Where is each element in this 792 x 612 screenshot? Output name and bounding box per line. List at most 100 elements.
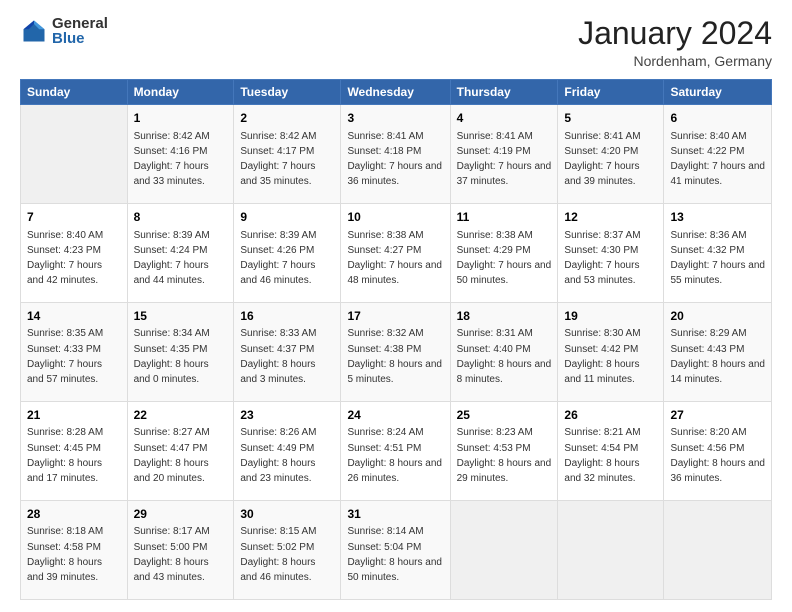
day-number: 21 [27, 407, 121, 424]
day-number: 6 [670, 110, 765, 127]
day-number: 19 [564, 308, 657, 325]
day-info: Sunrise: 8:18 AMSunset: 4:58 PMDaylight:… [27, 526, 103, 583]
day-cell: 1 Sunrise: 8:42 AMSunset: 4:16 PMDayligh… [127, 105, 234, 204]
day-info: Sunrise: 8:27 AMSunset: 4:47 PMDaylight:… [134, 427, 210, 484]
day-info: Sunrise: 8:14 AMSunset: 5:04 PMDaylight:… [347, 526, 442, 583]
calendar-body: 1 Sunrise: 8:42 AMSunset: 4:16 PMDayligh… [21, 105, 772, 600]
day-number: 18 [457, 308, 552, 325]
day-info: Sunrise: 8:39 AMSunset: 4:24 PMDaylight:… [134, 230, 210, 287]
day-number: 20 [670, 308, 765, 325]
day-cell: 18 Sunrise: 8:31 AMSunset: 4:40 PMDaylig… [450, 303, 558, 402]
day-cell [450, 501, 558, 600]
header: General Blue January 2024 Nordenham, Ger… [20, 16, 772, 69]
day-info: Sunrise: 8:23 AMSunset: 4:53 PMDaylight:… [457, 427, 552, 484]
day-cell: 9 Sunrise: 8:39 AMSunset: 4:26 PMDayligh… [234, 204, 341, 303]
header-cell-sunday: Sunday [21, 80, 128, 105]
logo: General Blue [20, 16, 108, 46]
day-cell: 26 Sunrise: 8:21 AMSunset: 4:54 PMDaylig… [558, 402, 664, 501]
day-number: 16 [240, 308, 334, 325]
day-info: Sunrise: 8:42 AMSunset: 4:17 PMDaylight:… [240, 131, 316, 188]
day-info: Sunrise: 8:30 AMSunset: 4:42 PMDaylight:… [564, 328, 640, 385]
day-number: 11 [457, 209, 552, 226]
header-cell-tuesday: Tuesday [234, 80, 341, 105]
day-info: Sunrise: 8:39 AMSunset: 4:26 PMDaylight:… [240, 230, 316, 287]
day-cell: 15 Sunrise: 8:34 AMSunset: 4:35 PMDaylig… [127, 303, 234, 402]
day-info: Sunrise: 8:29 AMSunset: 4:43 PMDaylight:… [670, 328, 765, 385]
week-row-5: 28 Sunrise: 8:18 AMSunset: 4:58 PMDaylig… [21, 501, 772, 600]
week-row-4: 21 Sunrise: 8:28 AMSunset: 4:45 PMDaylig… [21, 402, 772, 501]
day-number: 26 [564, 407, 657, 424]
day-number: 4 [457, 110, 552, 127]
day-cell: 2 Sunrise: 8:42 AMSunset: 4:17 PMDayligh… [234, 105, 341, 204]
day-cell: 6 Sunrise: 8:40 AMSunset: 4:22 PMDayligh… [664, 105, 772, 204]
day-info: Sunrise: 8:33 AMSunset: 4:37 PMDaylight:… [240, 328, 316, 385]
day-info: Sunrise: 8:38 AMSunset: 4:27 PMDaylight:… [347, 230, 442, 287]
day-cell: 5 Sunrise: 8:41 AMSunset: 4:20 PMDayligh… [558, 105, 664, 204]
day-cell: 4 Sunrise: 8:41 AMSunset: 4:19 PMDayligh… [450, 105, 558, 204]
day-info: Sunrise: 8:41 AMSunset: 4:20 PMDaylight:… [564, 131, 640, 188]
day-number: 7 [27, 209, 121, 226]
logo-icon [20, 17, 48, 45]
page: General Blue January 2024 Nordenham, Ger… [0, 0, 792, 612]
day-number: 13 [670, 209, 765, 226]
day-number: 17 [347, 308, 443, 325]
day-cell: 3 Sunrise: 8:41 AMSunset: 4:18 PMDayligh… [341, 105, 450, 204]
day-cell: 22 Sunrise: 8:27 AMSunset: 4:47 PMDaylig… [127, 402, 234, 501]
title-area: January 2024 Nordenham, Germany [578, 16, 772, 69]
day-cell: 20 Sunrise: 8:29 AMSunset: 4:43 PMDaylig… [664, 303, 772, 402]
logo-text: General Blue [52, 16, 108, 46]
day-cell: 21 Sunrise: 8:28 AMSunset: 4:45 PMDaylig… [21, 402, 128, 501]
day-cell [558, 501, 664, 600]
header-cell-friday: Friday [558, 80, 664, 105]
header-row: SundayMondayTuesdayWednesdayThursdayFrid… [21, 80, 772, 105]
day-info: Sunrise: 8:21 AMSunset: 4:54 PMDaylight:… [564, 427, 640, 484]
day-info: Sunrise: 8:42 AMSunset: 4:16 PMDaylight:… [134, 131, 210, 188]
calendar-table: SundayMondayTuesdayWednesdayThursdayFrid… [20, 79, 772, 600]
day-cell: 19 Sunrise: 8:30 AMSunset: 4:42 PMDaylig… [558, 303, 664, 402]
day-number: 9 [240, 209, 334, 226]
day-info: Sunrise: 8:32 AMSunset: 4:38 PMDaylight:… [347, 328, 442, 385]
day-number: 31 [347, 506, 443, 523]
day-number: 5 [564, 110, 657, 127]
day-cell: 7 Sunrise: 8:40 AMSunset: 4:23 PMDayligh… [21, 204, 128, 303]
day-cell: 13 Sunrise: 8:36 AMSunset: 4:32 PMDaylig… [664, 204, 772, 303]
day-info: Sunrise: 8:41 AMSunset: 4:19 PMDaylight:… [457, 131, 552, 188]
day-info: Sunrise: 8:35 AMSunset: 4:33 PMDaylight:… [27, 328, 103, 385]
day-cell: 31 Sunrise: 8:14 AMSunset: 5:04 PMDaylig… [341, 501, 450, 600]
day-info: Sunrise: 8:20 AMSunset: 4:56 PMDaylight:… [670, 427, 765, 484]
day-number: 8 [134, 209, 228, 226]
day-number: 28 [27, 506, 121, 523]
month-title: January 2024 [578, 16, 772, 51]
day-cell: 17 Sunrise: 8:32 AMSunset: 4:38 PMDaylig… [341, 303, 450, 402]
logo-blue: Blue [52, 31, 108, 46]
day-number: 2 [240, 110, 334, 127]
day-cell: 11 Sunrise: 8:38 AMSunset: 4:29 PMDaylig… [450, 204, 558, 303]
day-cell: 25 Sunrise: 8:23 AMSunset: 4:53 PMDaylig… [450, 402, 558, 501]
day-info: Sunrise: 8:37 AMSunset: 4:30 PMDaylight:… [564, 230, 640, 287]
day-cell: 23 Sunrise: 8:26 AMSunset: 4:49 PMDaylig… [234, 402, 341, 501]
day-number: 3 [347, 110, 443, 127]
header-cell-saturday: Saturday [664, 80, 772, 105]
header-cell-monday: Monday [127, 80, 234, 105]
day-info: Sunrise: 8:17 AMSunset: 5:00 PMDaylight:… [134, 526, 210, 583]
day-cell: 16 Sunrise: 8:33 AMSunset: 4:37 PMDaylig… [234, 303, 341, 402]
day-number: 22 [134, 407, 228, 424]
day-cell: 28 Sunrise: 8:18 AMSunset: 4:58 PMDaylig… [21, 501, 128, 600]
day-number: 25 [457, 407, 552, 424]
day-number: 10 [347, 209, 443, 226]
day-info: Sunrise: 8:41 AMSunset: 4:18 PMDaylight:… [347, 131, 442, 188]
day-cell: 12 Sunrise: 8:37 AMSunset: 4:30 PMDaylig… [558, 204, 664, 303]
day-cell: 29 Sunrise: 8:17 AMSunset: 5:00 PMDaylig… [127, 501, 234, 600]
day-cell: 30 Sunrise: 8:15 AMSunset: 5:02 PMDaylig… [234, 501, 341, 600]
day-number: 24 [347, 407, 443, 424]
day-info: Sunrise: 8:15 AMSunset: 5:02 PMDaylight:… [240, 526, 316, 583]
logo-general: General [52, 16, 108, 31]
day-cell: 27 Sunrise: 8:20 AMSunset: 4:56 PMDaylig… [664, 402, 772, 501]
location-title: Nordenham, Germany [578, 53, 772, 69]
day-info: Sunrise: 8:34 AMSunset: 4:35 PMDaylight:… [134, 328, 210, 385]
day-cell: 10 Sunrise: 8:38 AMSunset: 4:27 PMDaylig… [341, 204, 450, 303]
week-row-3: 14 Sunrise: 8:35 AMSunset: 4:33 PMDaylig… [21, 303, 772, 402]
day-info: Sunrise: 8:26 AMSunset: 4:49 PMDaylight:… [240, 427, 316, 484]
day-info: Sunrise: 8:38 AMSunset: 4:29 PMDaylight:… [457, 230, 552, 287]
day-cell [664, 501, 772, 600]
